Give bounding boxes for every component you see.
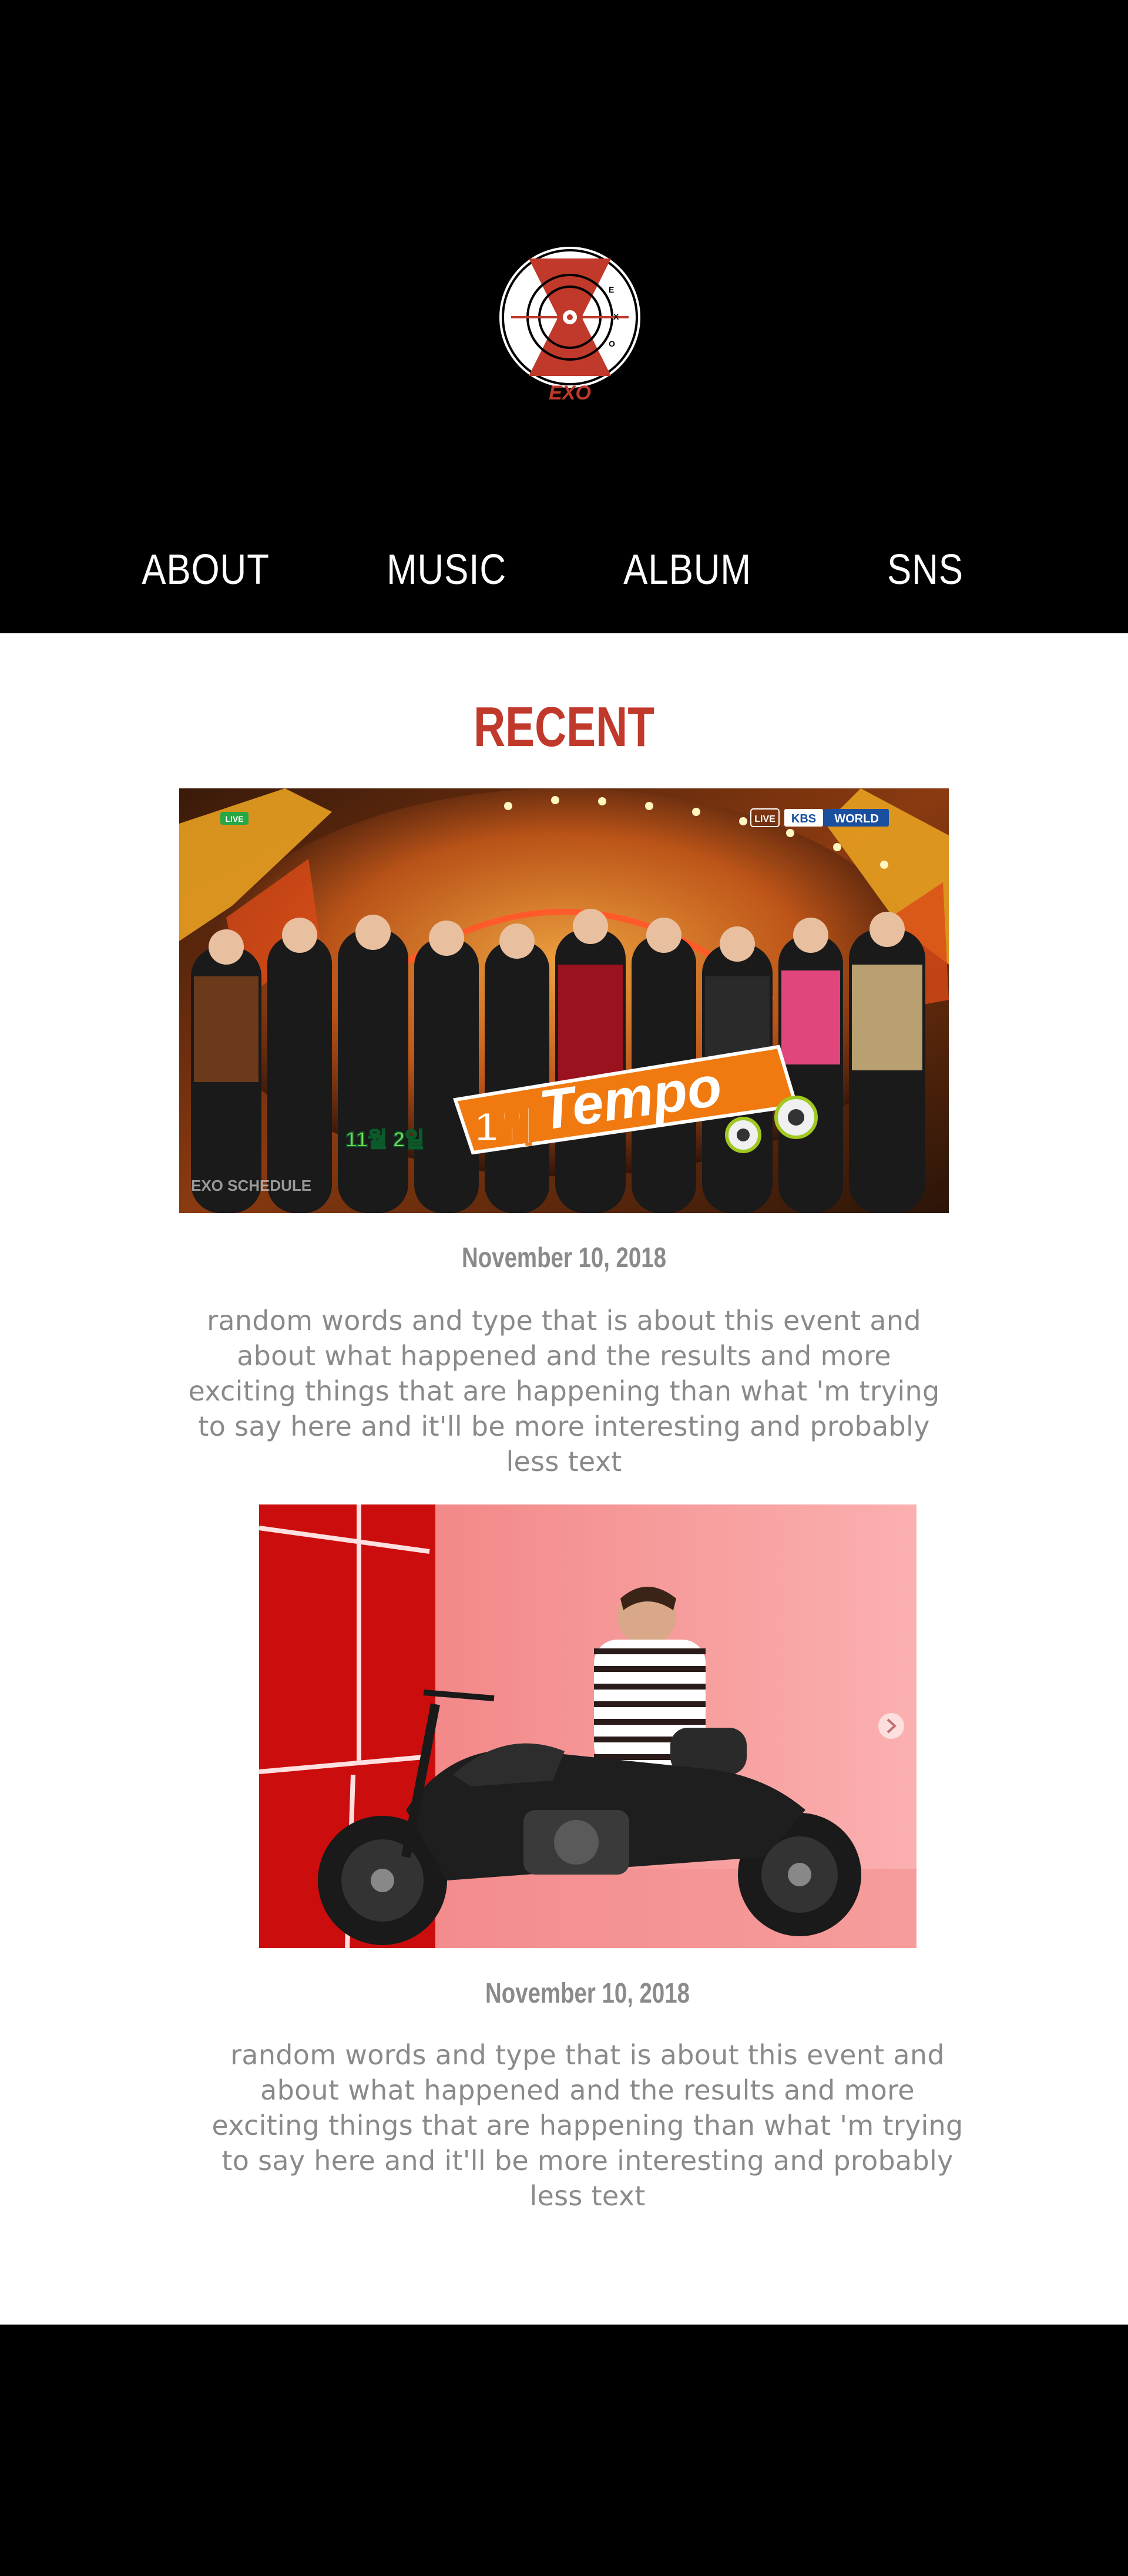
svg-text:EXO SCHEDULE: EXO SCHEDULE — [191, 1177, 311, 1194]
svg-text:E: E — [609, 285, 614, 294]
nav-about[interactable]: ABOUT — [120, 540, 291, 599]
svg-text:KBS: KBS — [791, 812, 816, 825]
svg-text:LIVE: LIVE — [225, 814, 243, 824]
svg-text:11월 2일: 11월 2일 — [345, 1127, 424, 1151]
post-1-date: November 10, 2018 — [462, 1242, 666, 1274]
motorcycle-photo-icon — [259, 1504, 916, 1948]
exo-logo[interactable]: E X O EXO — [494, 246, 646, 404]
svg-text:O: O — [609, 339, 615, 348]
post-2-body: random words and type that is about this… — [212, 2039, 964, 2212]
nav-sns[interactable]: SNS — [840, 540, 1011, 599]
post-2-date: November 10, 2018 — [485, 1978, 690, 2009]
svg-text:WORLD: WORLD — [834, 812, 879, 825]
site-header: E X O EXO ABOUT MUSIC ALBUM SNS — [0, 0, 1128, 633]
svg-text:X: X — [613, 312, 619, 321]
main-nav: ABOUT MUSIC ALBUM SNS — [0, 540, 1128, 599]
stage-award-photo-icon: LIVE LIVE KBS WORLD Tempo 1위 11월 2일 EXO … — [179, 788, 949, 1213]
carousel-next[interactable] — [878, 1713, 904, 1739]
logo-wordmark: EXO — [549, 382, 591, 403]
nav-album[interactable]: ALBUM — [602, 540, 773, 599]
svg-text:1위: 1위 — [475, 1104, 535, 1150]
site-footer — [0, 2325, 1128, 2576]
post-2-image[interactable] — [259, 1504, 916, 1948]
recent-section-title: RECENT — [474, 696, 654, 758]
exo-logo-icon: E X O EXO — [499, 247, 640, 404]
nav-music[interactable]: MUSIC — [361, 540, 532, 599]
post-1-image[interactable]: LIVE LIVE KBS WORLD Tempo 1위 11월 2일 EXO … — [179, 788, 949, 1213]
post-1-body: random words and type that is about this… — [188, 1305, 940, 1477]
svg-text:LIVE: LIVE — [754, 814, 776, 824]
